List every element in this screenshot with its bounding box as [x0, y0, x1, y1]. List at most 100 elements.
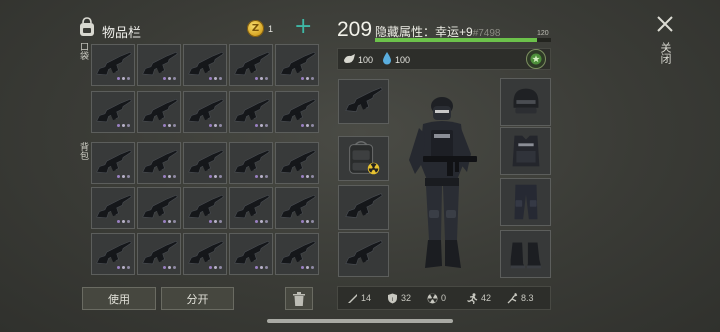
- backpack-slot[interactable]: [183, 142, 227, 184]
- assault-rifle-icon: [188, 51, 224, 76]
- assault-rifle-icon: [188, 194, 224, 219]
- rarity-dots: [255, 124, 268, 128]
- pocket-slot[interactable]: [91, 44, 135, 86]
- stat-radiation: 0: [427, 292, 446, 304]
- assault-rifle-icon: [188, 98, 224, 123]
- rarity-dots: [209, 220, 222, 224]
- pocket-slot[interactable]: [91, 91, 135, 133]
- running-icon: [467, 292, 478, 304]
- equip-slot-primary-weapon[interactable]: [338, 79, 389, 124]
- equip-slot-pants[interactable]: [500, 178, 551, 226]
- equip-slot-backpack[interactable]: [338, 136, 389, 181]
- xp-bar: [375, 38, 551, 42]
- pocket-slot[interactable]: [137, 91, 181, 133]
- pocket-slot[interactable]: [137, 44, 181, 86]
- buff-button[interactable]: [526, 49, 546, 69]
- backpack-slot[interactable]: [137, 233, 181, 275]
- backpack-slot[interactable]: [137, 187, 181, 229]
- rarity-dots: [163, 266, 176, 270]
- assault-rifle-icon: [280, 149, 316, 174]
- equip-slot-boots[interactable]: [500, 230, 551, 278]
- rarity-dots: [209, 266, 222, 270]
- rarity-dots: [163, 77, 176, 81]
- assault-rifle-icon: [96, 194, 132, 219]
- rarity-dots: [117, 220, 130, 224]
- assault-rifle-icon: [96, 149, 132, 174]
- backpack-slot[interactable]: [275, 233, 319, 275]
- assault-rifle-icon: [280, 51, 316, 76]
- backpack-slot[interactable]: [229, 233, 273, 275]
- assault-rifle-icon: [142, 240, 178, 265]
- helmet-icon: [513, 88, 539, 114]
- assault-rifle-icon: [345, 240, 383, 265]
- rarity-dots: [301, 220, 314, 224]
- coin-icon: Z: [247, 20, 264, 37]
- pocket-slot[interactable]: [183, 44, 227, 86]
- pocket-slot[interactable]: [183, 91, 227, 133]
- stat-defense: i 32: [387, 292, 411, 304]
- backpack-slot[interactable]: [91, 142, 135, 184]
- assault-rifle-icon: [188, 240, 224, 265]
- assault-rifle-icon: [142, 149, 178, 174]
- rarity-dots: [117, 124, 130, 128]
- backpack-slot[interactable]: [137, 142, 181, 184]
- rarity-dots: [301, 77, 314, 81]
- shield-icon: i: [388, 293, 397, 303]
- use-button[interactable]: 使用: [82, 287, 156, 310]
- tactical-backpack-icon: [349, 141, 380, 175]
- rarity-dots: [301, 124, 314, 128]
- backpack-slot[interactable]: [229, 187, 273, 229]
- pocket-slot[interactable]: [229, 44, 273, 86]
- backpack-slot[interactable]: [275, 187, 319, 229]
- equip-slot-body-armor[interactable]: [500, 127, 551, 175]
- water-drop-icon: [383, 52, 391, 65]
- boots-icon: [510, 242, 542, 269]
- pants-icon: [514, 184, 538, 220]
- home-indicator[interactable]: [267, 319, 453, 323]
- rarity-dots: [301, 175, 314, 179]
- equip-slot-tertiary-weapon[interactable]: [338, 232, 389, 277]
- assault-rifle-icon: [188, 149, 224, 174]
- backpack-slot[interactable]: [183, 233, 227, 275]
- rarity-dots: [209, 175, 222, 179]
- radiation-icon: [427, 293, 438, 303]
- equip-slot-helmet[interactable]: [500, 78, 551, 126]
- close-icon[interactable]: [655, 14, 675, 34]
- backpack-slot[interactable]: [91, 233, 135, 275]
- rarity-dots: [117, 175, 130, 179]
- sneak-icon: [507, 292, 518, 303]
- backpack-icon: [80, 17, 94, 36]
- backpack-slot[interactable]: [91, 187, 135, 229]
- assault-rifle-icon: [96, 98, 132, 123]
- close-button[interactable]: 关闭: [659, 42, 671, 64]
- rarity-dots: [255, 220, 268, 224]
- assault-rifle-icon: [96, 240, 132, 265]
- section-label-pocket: 口袋: [79, 42, 89, 60]
- rarity-dots: [163, 124, 176, 128]
- assault-rifle-icon: [142, 98, 178, 123]
- rarity-dots: [163, 175, 176, 179]
- stat-attack: 14: [347, 292, 371, 304]
- inventory-title: 物品栏: [102, 25, 142, 40]
- coin-count: 1: [268, 24, 274, 34]
- backpack-slot[interactable]: [183, 187, 227, 229]
- pocket-slot[interactable]: [275, 44, 319, 86]
- backpack-slot[interactable]: [229, 142, 273, 184]
- assault-rifle-icon: [142, 51, 178, 76]
- water-value: 100: [395, 55, 411, 65]
- split-button[interactable]: 分开: [161, 287, 234, 310]
- equip-slot-secondary-weapon[interactable]: [338, 185, 389, 230]
- knife-icon: [348, 293, 357, 303]
- rarity-dots: [117, 77, 130, 81]
- assault-rifle-icon: [345, 87, 383, 112]
- add-coin-button[interactable]: +: [294, 16, 312, 38]
- backpack-slot[interactable]: [275, 142, 319, 184]
- rarity-dots: [255, 175, 268, 179]
- star-badge-icon: [530, 53, 542, 65]
- food-value: 100: [358, 55, 374, 65]
- pocket-slot[interactable]: [229, 91, 273, 133]
- trash-icon: [293, 291, 305, 306]
- trash-button[interactable]: [285, 287, 313, 310]
- pocket-slot[interactable]: [275, 91, 319, 133]
- section-label-backpack: 背包: [79, 142, 89, 160]
